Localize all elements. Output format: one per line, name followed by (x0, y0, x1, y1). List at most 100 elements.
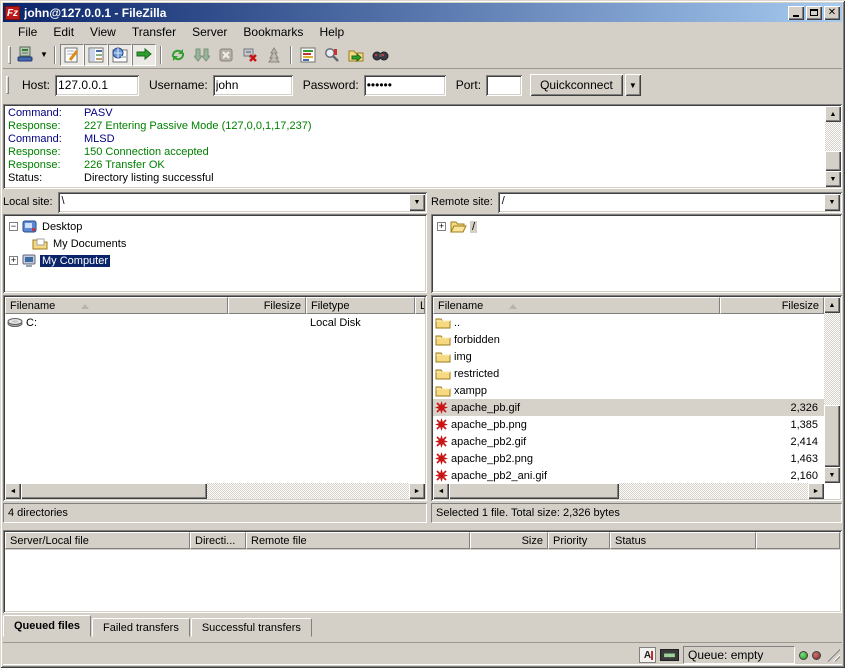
remote-file-row[interactable]: apache_pb2_ani.gif 2,160 (433, 467, 824, 483)
queue-col-empty[interactable] (756, 532, 840, 549)
log-line-text: MLSD (84, 133, 115, 146)
log-scroll-up[interactable]: ▲ (825, 106, 841, 122)
remote-file-row[interactable]: apache_pb2.png 1,463 (433, 450, 824, 467)
transfer-type-icon[interactable]: A (639, 647, 656, 663)
directory-comparison-button[interactable] (320, 44, 344, 66)
remote-scroll-down[interactable]: ▼ (824, 467, 840, 483)
remote-hscroll-thumb[interactable] (449, 483, 619, 499)
toggle-queue-button[interactable] (132, 44, 156, 66)
quickconnect-grip[interactable] (6, 76, 9, 94)
tree-item-label: / (470, 221, 477, 233)
expand-icon[interactable]: + (9, 256, 18, 265)
tree-item-my-documents[interactable]: My Documents (9, 235, 427, 252)
local-site-combo[interactable]: \ ▼ (58, 192, 427, 213)
local-hscrollbar[interactable]: ◄ ► (5, 483, 425, 499)
local-site-row: Local site: \ ▼ (3, 191, 427, 213)
remote-vscroll-thumb[interactable] (824, 405, 840, 467)
menu-transfer[interactable]: Transfer (124, 23, 184, 41)
expand-icon[interactable]: + (437, 222, 446, 231)
remote-col-filename[interactable]: Filename (433, 297, 720, 314)
local-col-filetype[interactable]: Filetype (306, 297, 415, 314)
toolbar-grip[interactable] (8, 46, 11, 64)
menu-view[interactable]: View (82, 23, 124, 41)
remote-hscrollbar[interactable]: ◄ ► (433, 483, 824, 499)
title-bar[interactable]: Fz john@127.0.0.1 - FileZilla ✕ (3, 3, 842, 22)
remote-file-row[interactable]: .. (433, 314, 824, 331)
menu-help[interactable]: Help (311, 23, 352, 41)
local-file-row[interactable]: C: Local Disk (5, 314, 425, 331)
synchronized-browsing-button[interactable] (344, 44, 368, 66)
remote-scroll-right[interactable]: ► (808, 483, 824, 499)
remote-scroll-up[interactable]: ▲ (824, 297, 840, 313)
close-button[interactable]: ✕ (824, 6, 840, 20)
tab-successful-transfers[interactable]: Successful transfers (191, 618, 312, 637)
local-site-combo-arrow[interactable]: ▼ (409, 194, 425, 211)
remote-vscrollbar[interactable]: ▲ ▼ (824, 297, 840, 483)
remote-file-size: 2,160 (720, 467, 824, 483)
queue-col-server-local-file[interactable]: Server/Local file (5, 532, 190, 549)
log-scroll-thumb[interactable] (825, 151, 841, 171)
queue-col-priority[interactable]: Priority (548, 532, 610, 549)
log-line-text: Directory listing successful (84, 172, 214, 185)
queue-col-remote-file[interactable]: Remote file (246, 532, 470, 549)
toggle-local-tree-button[interactable] (84, 44, 108, 66)
status-bar: A ■■■ Queue: empty (3, 642, 842, 665)
menu-file[interactable]: File (10, 23, 45, 41)
remote-file-row[interactable]: restricted (433, 365, 824, 382)
remote-scroll-left[interactable]: ◄ (433, 483, 449, 499)
password-input[interactable] (364, 75, 446, 96)
local-col-filename[interactable]: Filename (5, 297, 228, 314)
queue-col-size[interactable]: Size (470, 532, 548, 549)
username-input[interactable] (213, 75, 293, 96)
site-manager-button[interactable] (14, 44, 38, 66)
remote-file-row[interactable]: forbidden (433, 331, 824, 348)
process-queue-button[interactable] (190, 44, 214, 66)
queue-col-status[interactable]: Status (610, 532, 756, 549)
tab-failed-transfers[interactable]: Failed transfers (92, 618, 190, 637)
encryption-status-icon[interactable]: ■■■ (660, 649, 679, 661)
remote-file-row[interactable]: apache_pb2.gif 2,414 (433, 433, 824, 450)
collapse-icon[interactable]: − (9, 222, 18, 231)
find-files-button[interactable] (368, 44, 392, 66)
port-input[interactable] (486, 75, 522, 96)
image-file-icon (435, 401, 448, 414)
local-scroll-right[interactable]: ► (409, 483, 425, 499)
local-hscroll-thumb[interactable] (21, 483, 207, 499)
toggle-message-log-button[interactable] (60, 44, 84, 66)
log-scrollbar[interactable]: ▲ ▼ (825, 106, 841, 187)
tree-item-my-computer[interactable]: + My Computer (9, 252, 427, 269)
remote-file-size: 1,463 (720, 450, 824, 467)
refresh-button[interactable] (166, 44, 190, 66)
local-scroll-left[interactable]: ◄ (5, 483, 21, 499)
remote-col-filesize[interactable]: Filesize (720, 297, 824, 314)
maximize-button[interactable] (806, 6, 822, 20)
tree-item-root[interactable]: + / (437, 218, 842, 235)
remote-site-combo[interactable]: / ▼ (498, 192, 842, 213)
quickconnect-dropdown[interactable]: ▼ (625, 74, 641, 96)
minimize-icon (793, 15, 799, 17)
quickconnect-button[interactable]: Quickconnect (530, 74, 623, 96)
menu-edit[interactable]: Edit (45, 23, 82, 41)
local-col-filesize[interactable]: Filesize (228, 297, 306, 314)
remote-site-combo-arrow[interactable]: ▼ (824, 194, 840, 211)
menu-bookmarks[interactable]: Bookmarks (235, 23, 311, 41)
menu-server[interactable]: Server (184, 23, 235, 41)
remote-file-row[interactable]: apache_pb.gif 2,326 (433, 399, 824, 416)
filter-button[interactable] (296, 44, 320, 66)
cancel-operation-button[interactable] (214, 44, 238, 66)
disconnect-button[interactable] (238, 44, 262, 66)
queue-col-direction[interactable]: Directi... (190, 532, 246, 549)
resize-grip[interactable] (827, 649, 840, 662)
remote-file-row[interactable]: xampp (433, 382, 824, 399)
remote-file-row[interactable]: apache_pb.png 1,385 (433, 416, 824, 433)
host-input[interactable] (55, 75, 139, 96)
tab-queued-files[interactable]: Queued files (3, 615, 91, 637)
log-scroll-down[interactable]: ▼ (825, 171, 841, 187)
site-manager-dropdown[interactable]: ▼ (38, 44, 50, 66)
minimize-button[interactable] (788, 6, 804, 20)
reconnect-button[interactable] (262, 44, 286, 66)
local-col-truncated[interactable]: L (415, 297, 425, 314)
toggle-remote-tree-button[interactable] (108, 44, 132, 66)
tree-item-desktop[interactable]: − Desktop (9, 218, 427, 235)
remote-file-row[interactable]: img (433, 348, 824, 365)
